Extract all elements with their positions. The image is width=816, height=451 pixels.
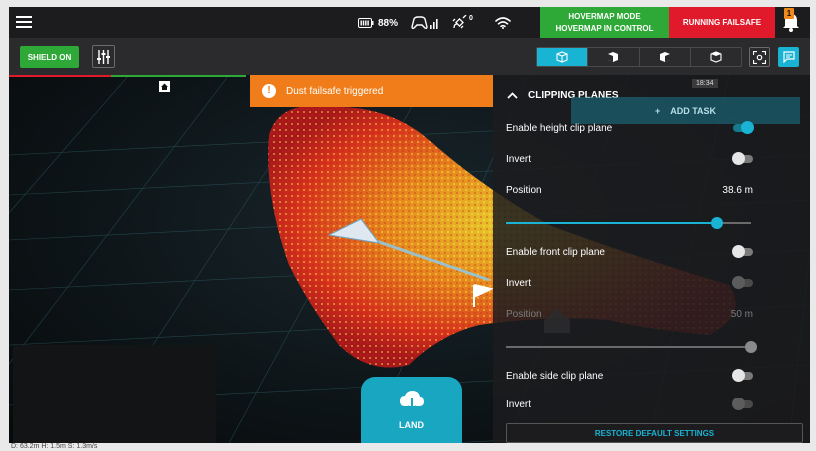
- restore-defaults-button[interactable]: RESTORE DEFAULT SETTINGS: [506, 423, 803, 443]
- slider-thumb[interactable]: [745, 341, 757, 353]
- shield-button[interactable]: SHIELD ON: [20, 46, 79, 68]
- home-icon[interactable]: [159, 81, 170, 92]
- side-invert-row: Invert: [506, 398, 753, 410]
- add-task-label: ADD TASK: [670, 105, 717, 116]
- timestamp: 18:34: [692, 79, 718, 88]
- height-clip-toggle[interactable]: [733, 121, 754, 134]
- telemetry-readout: D: 63.2m H: 1.5m S: 1.3m/s: [11, 443, 98, 450]
- top-view-button[interactable]: [691, 48, 741, 66]
- front-position-value: 50 m: [730, 308, 753, 320]
- front-invert-label: Invert: [506, 277, 532, 289]
- perspective-view-icon: [556, 51, 568, 63]
- height-clip-label: Enable height clip plane: [506, 122, 613, 134]
- message-icon: [782, 51, 795, 63]
- failsafe-status[interactable]: RUNNING FAILSAFE: [669, 7, 775, 38]
- app-window: 88% 0 HOVERMAP MODE HOVERMAP IN CONTROL …: [9, 7, 810, 443]
- height-position-label: Position: [506, 184, 542, 196]
- front-position-label: Position: [506, 308, 542, 320]
- gps-count: 0: [469, 15, 473, 22]
- cloud-download-icon: [399, 391, 424, 412]
- toolbar: SHIELD ON: [9, 38, 810, 75]
- front-invert-toggle[interactable]: [732, 276, 753, 289]
- perspective-view-button[interactable]: [537, 48, 589, 66]
- view-mode-selector: [536, 47, 742, 67]
- side-clip-toggle[interactable]: [732, 369, 753, 382]
- status-bar: 88% 0 HOVERMAP MODE HOVERMAP IN CONTROL …: [9, 7, 810, 38]
- alert-icon: !: [262, 84, 276, 98]
- chat-panel-button[interactable]: [778, 47, 799, 67]
- side-invert-label: Invert: [506, 398, 532, 410]
- notification-badge: 1: [784, 8, 794, 19]
- wifi-icon: [495, 17, 511, 29]
- status-indicators: 88% 0: [358, 13, 511, 33]
- focus-target-button[interactable]: [749, 47, 770, 67]
- hovermap-mode-indicator[interactable]: HOVERMAP MODE HOVERMAP IN CONTROL: [540, 7, 669, 38]
- failsafe-label: RUNNING FAILSAFE: [682, 18, 762, 27]
- mission-progress-red: [9, 75, 111, 77]
- satellite-icon: [452, 15, 467, 29]
- mission-progress-green: [111, 75, 246, 77]
- clipping-planes-panel: CLIPPING PLANES 18:34 + ADD TASK Enable …: [493, 75, 810, 443]
- focus-icon: [753, 50, 766, 64]
- front-view-button[interactable]: [588, 48, 640, 66]
- side-view-button[interactable]: [640, 48, 691, 66]
- menu-icon[interactable]: [16, 14, 32, 30]
- side-invert-toggle[interactable]: [732, 398, 753, 410]
- plus-icon: +: [654, 105, 661, 116]
- battery-percent: 88%: [378, 17, 399, 29]
- gps-indicator: 0: [452, 15, 473, 31]
- dust-alert-banner[interactable]: ! Dust failsafe triggered: [250, 75, 493, 107]
- land-label: LAND: [399, 420, 424, 430]
- land-button[interactable]: LAND: [361, 377, 462, 443]
- sliders-icon: [97, 49, 110, 64]
- side-clip-row: Enable side clip plane: [506, 367, 753, 385]
- camera-preview[interactable]: [13, 345, 216, 443]
- height-invert-toggle[interactable]: [732, 152, 753, 165]
- height-position-row: Position 38.6 m: [506, 181, 753, 199]
- front-clip-label: Enable front clip plane: [506, 246, 605, 258]
- mode-control: HOVERMAP IN CONTROL: [555, 23, 654, 33]
- front-invert-row: Invert: [506, 274, 753, 292]
- dust-alert-text: Dust failsafe triggered: [286, 85, 384, 97]
- front-clip-toggle[interactable]: [732, 245, 753, 258]
- front-position-slider[interactable]: [506, 341, 757, 353]
- height-clip-row: Enable height clip plane: [506, 119, 754, 137]
- battery-indicator: 88%: [358, 18, 398, 29]
- front-view-icon: [608, 52, 619, 62]
- front-position-row: Position 50 m: [506, 305, 753, 323]
- side-view-icon: [659, 52, 670, 62]
- height-invert-label: Invert: [506, 153, 532, 165]
- battery-icon: [358, 18, 374, 28]
- chevron-up-icon: [507, 91, 518, 99]
- slider-thumb[interactable]: [710, 217, 723, 229]
- settings-sliders-button[interactable]: [92, 45, 115, 68]
- top-view-icon: [710, 51, 722, 63]
- front-clip-row: Enable front clip plane: [506, 243, 753, 261]
- mode-title: HOVERMAP MODE: [568, 11, 641, 21]
- height-invert-row: Invert: [506, 150, 753, 168]
- controller-signal-icon: [411, 16, 438, 30]
- side-clip-label: Enable side clip plane: [506, 370, 604, 382]
- height-position-value: 38.6 m: [722, 184, 753, 196]
- height-position-slider[interactable]: [506, 217, 751, 229]
